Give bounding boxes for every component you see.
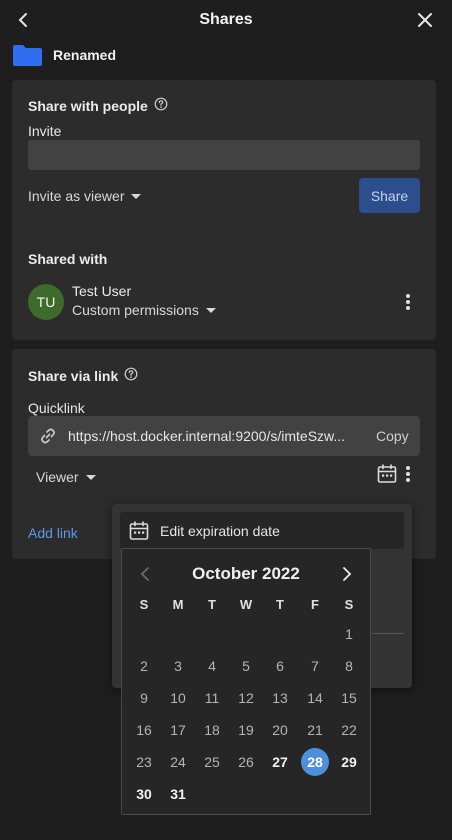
calendar-day[interactable]: 18: [198, 716, 226, 744]
quicklink-url: https://host.docker.internal:9200/s/imte…: [68, 428, 346, 444]
weekday-label: M: [172, 597, 184, 612]
date-picker: October 2022 SMTWTFS 1 2 3 4 5 6 7 8 9 10 11 12 13 14…: [121, 548, 371, 815]
calendar-day[interactable]: 2: [130, 652, 158, 680]
resource-name: Renamed: [53, 47, 117, 63]
calendar-day-selected[interactable]: 28: [301, 748, 329, 776]
invite-role-dropdown[interactable]: Invite as viewer: [28, 188, 142, 204]
weekday-label: T: [276, 597, 284, 612]
link-options-button[interactable]: [401, 463, 415, 485]
permissions-dropdown[interactable]: Custom permissions: [72, 302, 216, 318]
panel-header: Shares: [0, 0, 452, 40]
expiration-date-button[interactable]: [376, 463, 398, 485]
share-with-people-label: Share with people: [28, 97, 148, 114]
calendar-day[interactable]: 23: [130, 748, 158, 776]
menu-divider: [372, 633, 404, 634]
calendar-day[interactable]: 4: [198, 652, 226, 680]
calendar-day[interactable]: 12: [232, 684, 260, 712]
chevron-right-icon: [343, 567, 352, 581]
month-title: October 2022: [192, 564, 300, 583]
edit-expiration-date-item[interactable]: Edit expiration date: [120, 512, 404, 549]
collaborator-name: Test User: [72, 283, 132, 299]
caret-down-icon: [85, 474, 96, 480]
avatar: TU: [28, 284, 64, 320]
calendar-day[interactable]: 24: [164, 748, 192, 776]
close-icon: [418, 13, 432, 27]
calendar-day[interactable]: 30: [130, 780, 158, 808]
calendar-day[interactable]: 10: [164, 684, 192, 712]
caret-down-icon: [205, 307, 216, 313]
page-title: Shares: [199, 11, 253, 28]
copy-button[interactable]: Copy: [376, 428, 409, 444]
collaborator-options-button[interactable]: [401, 291, 415, 313]
share-via-link-label: Share via link: [28, 367, 119, 384]
calendar-day[interactable]: 27: [266, 748, 294, 776]
calendar-day[interactable]: 6: [266, 652, 294, 680]
calendar-day[interactable]: 5: [232, 652, 260, 680]
kebab-menu-icon: [406, 294, 410, 298]
calendar-day[interactable]: 16: [130, 716, 158, 744]
edit-expiration-date-label: Edit expiration date: [160, 522, 280, 539]
folder-icon: [13, 44, 42, 66]
weekday-label: T: [208, 597, 216, 612]
calendar-day[interactable]: 13: [266, 684, 294, 712]
link-role-dropdown[interactable]: Viewer: [36, 469, 96, 485]
add-link-button[interactable]: Add link: [28, 525, 78, 541]
quicklink-label: Quicklink: [28, 400, 85, 416]
invite-role-label: Invite as viewer: [28, 188, 125, 204]
calendar-day[interactable]: 8: [335, 652, 363, 680]
calendar-day[interactable]: 31: [164, 780, 192, 808]
calendar-day[interactable]: 7: [301, 652, 329, 680]
caret-down-icon: [131, 193, 142, 199]
weekday-label: S: [139, 597, 149, 612]
calendar-day[interactable]: 25: [198, 748, 226, 776]
quicklink-field[interactable]: https://host.docker.internal:9200/s/imte…: [28, 416, 420, 456]
calendar-icon: [129, 520, 149, 540]
calendar-icon: [377, 464, 397, 483]
invite-label: Invite: [28, 123, 62, 139]
invite-input[interactable]: [28, 140, 420, 170]
calendar-day[interactable]: 3: [164, 652, 192, 680]
calendar-day[interactable]: 9: [130, 684, 158, 712]
calendar-day[interactable]: 15: [335, 684, 363, 712]
share-button[interactable]: Share: [359, 178, 420, 213]
calendar-day[interactable]: 1: [335, 620, 363, 648]
link-icon: [41, 428, 55, 444]
calendar-day[interactable]: 26: [232, 748, 260, 776]
share-with-people-panel: Share with people Invite Invite as viewe…: [12, 80, 436, 340]
calendar-day[interactable]: 14: [301, 684, 329, 712]
weekday-label: S: [344, 597, 354, 612]
resource-info: Renamed: [12, 42, 116, 68]
weekday-label: F: [311, 597, 319, 612]
calendar-day[interactable]: 11: [198, 684, 226, 712]
weekday-label: W: [239, 597, 253, 612]
share-with-people-title: Share with people: [28, 97, 168, 114]
share-via-link-title: Share via link: [28, 367, 138, 384]
calendar-day[interactable]: 21: [301, 716, 329, 744]
calendar-day[interactable]: 19: [232, 716, 260, 744]
info-icon[interactable]: [124, 367, 138, 384]
calendar-day[interactable]: 17: [164, 716, 192, 744]
kebab-menu-icon: [406, 466, 410, 470]
date-picker-header: October 2022: [122, 549, 370, 597]
shared-with-label: Shared with: [28, 251, 108, 267]
link-role-label: Viewer: [36, 469, 79, 485]
close-button[interactable]: [414, 8, 436, 32]
calendar-day[interactable]: 20: [266, 716, 294, 744]
calendar-day[interactable]: 22: [335, 716, 363, 744]
permissions-label: Custom permissions: [72, 302, 199, 318]
calendar-day[interactable]: 29: [335, 748, 363, 776]
next-month-button[interactable]: [340, 565, 354, 583]
info-icon[interactable]: [154, 97, 168, 114]
